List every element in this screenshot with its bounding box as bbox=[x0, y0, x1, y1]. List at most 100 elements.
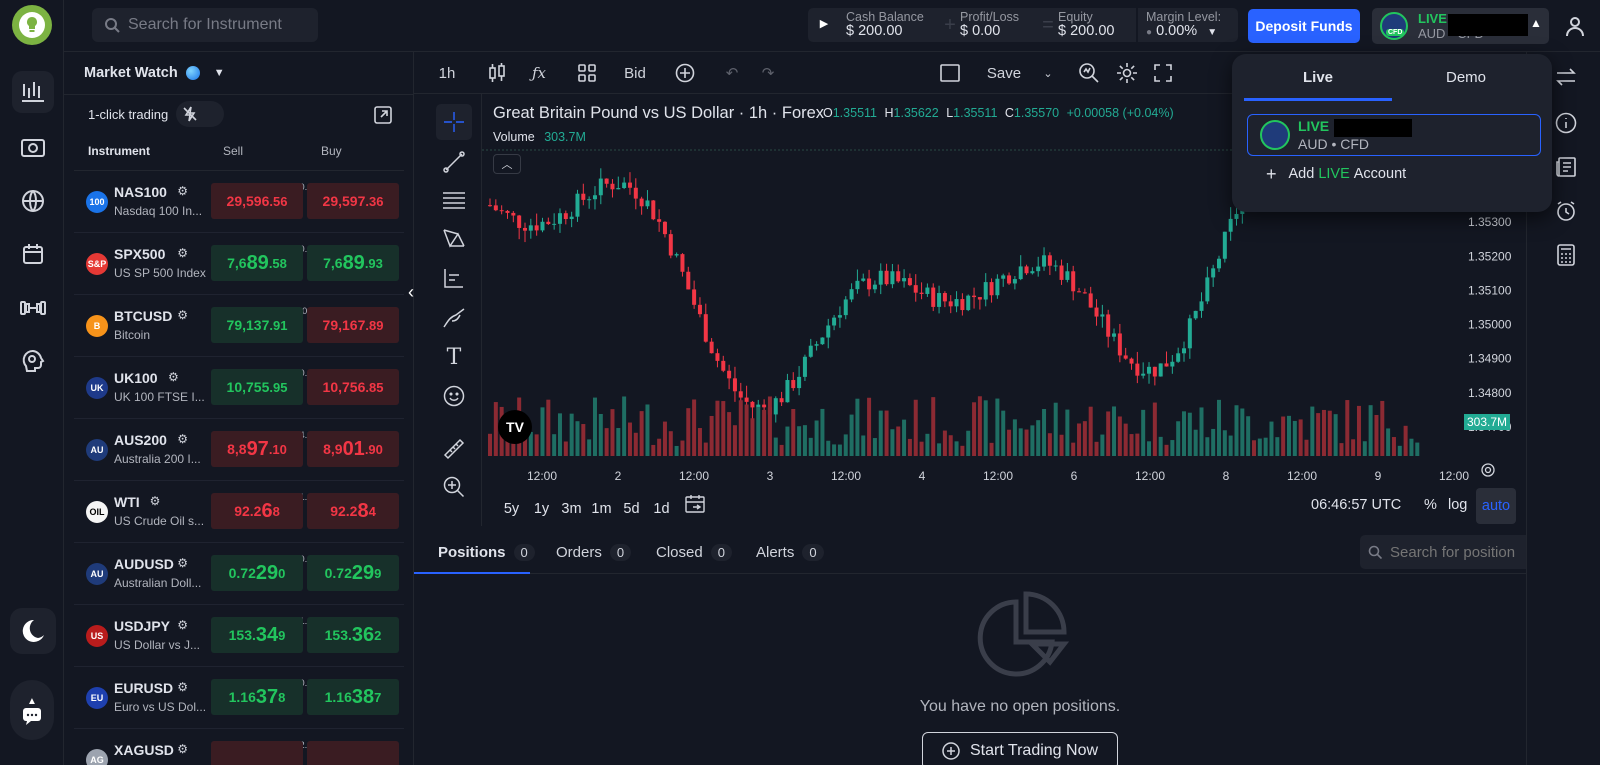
crosshair-icon[interactable] bbox=[436, 104, 472, 140]
sell-price-button[interactable]: 79,137.91 bbox=[211, 307, 303, 343]
instrument-settings-gear-icon[interactable]: ⚙ bbox=[150, 494, 161, 508]
buy-price-button[interactable]: 29,597.36 bbox=[307, 183, 399, 219]
news-icon[interactable] bbox=[1551, 152, 1581, 182]
range-5y[interactable]: 5y bbox=[498, 494, 525, 524]
swap-arrows-icon[interactable] bbox=[1551, 62, 1581, 92]
range-5d[interactable]: 5d bbox=[618, 494, 645, 524]
instrument-settings-gear-icon[interactable]: ⚙ bbox=[177, 742, 188, 756]
percent-scale-toggle[interactable]: % bbox=[1424, 497, 1437, 513]
instrument-row[interactable]: UK UK100 ⚙ UK 100 FTSE I... 0.9 10,755.95 10,7… bbox=[74, 357, 404, 419]
goto-date-calendar-icon[interactable] bbox=[684, 494, 706, 517]
instrument-row[interactable]: 100 NAS100 ⚙ Nasdaq 100 In... 0.8 29,596.56 29… bbox=[74, 171, 404, 233]
market-watch-header[interactable]: Market Watch ▼ bbox=[84, 65, 225, 81]
popout-icon[interactable] bbox=[374, 106, 392, 127]
tab-demo[interactable]: Demo bbox=[1392, 54, 1540, 100]
sell-price-button[interactable]: 29,596.56 bbox=[211, 183, 303, 219]
settings-gear-icon[interactable] bbox=[1112, 52, 1142, 94]
instrument-settings-gear-icon[interactable]: ⚙ bbox=[177, 246, 188, 260]
price-type-selector[interactable]: Bid bbox=[618, 52, 652, 94]
ruler-measure-icon[interactable] bbox=[436, 431, 472, 467]
sell-price-button[interactable]: 8,8 97.10 bbox=[211, 431, 303, 467]
buy-price-button[interactable] bbox=[307, 741, 399, 765]
tab-positions[interactable]: Positions 0 bbox=[438, 530, 535, 574]
buy-price-button[interactable]: 1.16 38 7 bbox=[307, 679, 399, 715]
text-tool-icon[interactable]: T bbox=[436, 339, 472, 375]
zoom-in-icon[interactable] bbox=[436, 469, 472, 505]
tab-live[interactable]: Live bbox=[1244, 54, 1392, 100]
range-1y[interactable]: 1y bbox=[528, 494, 555, 524]
nav-fitness-icon[interactable] bbox=[12, 287, 54, 329]
buy-price-button[interactable]: 79,167.89 bbox=[307, 307, 399, 343]
add-plus-circle-icon[interactable] bbox=[670, 52, 700, 94]
buy-price-button[interactable]: 0.72 29 9 bbox=[307, 555, 399, 591]
dark-mode-moon-icon[interactable] bbox=[10, 608, 56, 654]
quick-search-icon[interactable] bbox=[1074, 52, 1104, 94]
trend-line-icon[interactable] bbox=[436, 144, 472, 180]
instrument-settings-gear-icon[interactable]: ⚙ bbox=[177, 432, 188, 446]
instrument-settings-gear-icon[interactable]: ⚙ bbox=[177, 308, 188, 322]
range-3m[interactable]: 3m bbox=[558, 494, 585, 524]
buy-price-button[interactable]: 153. 36 2 bbox=[307, 617, 399, 653]
account-selector[interactable]: CFD LIVE AUD • CFD ▲ bbox=[1372, 8, 1549, 44]
tradingview-logo-icon[interactable]: TV bbox=[498, 410, 532, 444]
instrument-settings-gear-icon[interactable]: ⚙ bbox=[177, 184, 188, 198]
buy-price-button[interactable]: 92.2 8 4 bbox=[307, 493, 399, 529]
instrument-row[interactable]: AU AUDUSD ⚙ Australian Doll... 0.9 0.72 29 0 0.7… bbox=[74, 543, 404, 605]
utc-clock[interactable]: 06:46:57 UTC bbox=[1311, 497, 1401, 513]
sell-price-button[interactable]: 10,755.95 bbox=[211, 369, 303, 405]
horizontal-lines-icon[interactable] bbox=[436, 182, 472, 218]
axis-settings-gear-icon[interactable] bbox=[1480, 462, 1496, 481]
range-1d[interactable]: 1d bbox=[648, 494, 675, 524]
buy-price-button[interactable]: 10,756.85 bbox=[307, 369, 399, 405]
candles-type-icon[interactable] bbox=[482, 52, 512, 94]
save-button[interactable]: Save bbox=[984, 52, 1024, 94]
nav-wallet-icon[interactable] bbox=[12, 127, 54, 169]
live-account-option[interactable]: LIVE AUD • CFD bbox=[1247, 114, 1541, 156]
app-logo-icon[interactable] bbox=[12, 5, 52, 45]
instrument-settings-gear-icon[interactable]: ⚙ bbox=[168, 370, 179, 384]
start-trading-button[interactable]: Start Trading Now bbox=[922, 732, 1118, 765]
sell-price-button[interactable]: 1.16 37 8 bbox=[211, 679, 303, 715]
instrument-row[interactable]: US USDJPY ⚙ US Dollar vs J... 1.3 153. 34 9 153.… bbox=[74, 605, 404, 667]
account-bar-toggle[interactable]: ▶ bbox=[808, 8, 840, 42]
margin-level[interactable]: Margin Level: ● 0.00% ▼ bbox=[1136, 8, 1238, 42]
interval-selector[interactable]: 1h bbox=[432, 52, 462, 94]
brush-icon[interactable] bbox=[436, 300, 472, 336]
indicators-fx-icon[interactable]: ƒx bbox=[524, 52, 554, 94]
instrument-settings-gear-icon[interactable]: ⚙ bbox=[177, 618, 188, 632]
user-profile-icon[interactable] bbox=[1550, 0, 1600, 52]
instrument-settings-gear-icon[interactable]: ⚙ bbox=[177, 556, 188, 570]
forecast-icon[interactable] bbox=[436, 260, 472, 296]
sell-price-button[interactable]: 7,6 89.58 bbox=[211, 245, 303, 281]
alarm-clock-icon[interactable] bbox=[1551, 196, 1581, 226]
sell-price-button[interactable] bbox=[211, 741, 303, 765]
save-chevron-down-icon[interactable]: ⌄ bbox=[1038, 52, 1058, 94]
sell-price-button[interactable]: 0.72 29 0 bbox=[211, 555, 303, 591]
instrument-row[interactable]: B BTCUSD ⚙ Bitcoin 30.0 79,137.91 79,167.89 bbox=[74, 295, 404, 357]
info-icon[interactable] bbox=[1551, 108, 1581, 138]
layout-grid-icon[interactable] bbox=[572, 52, 602, 94]
one-click-toggle[interactable] bbox=[176, 101, 224, 127]
undo-icon[interactable]: ↶ bbox=[720, 52, 744, 94]
range-1m[interactable]: 1m bbox=[588, 494, 615, 524]
instrument-row[interactable]: OIL WTI ⚙ US Crude Oil s... 1.6 92.2 6 8 92.2 8 4 bbox=[74, 481, 404, 543]
chat-widget-button[interactable]: ▲ bbox=[10, 680, 54, 740]
instrument-row[interactable]: AU AUS200 ⚙ Australia 200 I... 4.8 8,8 97.10 8,… bbox=[74, 419, 404, 481]
nav-calendar-icon[interactable] bbox=[12, 233, 54, 275]
nav-settings-brain-icon[interactable] bbox=[12, 340, 54, 382]
emoji-smile-icon[interactable] bbox=[436, 378, 472, 414]
instrument-row[interactable]: S&P SPX500 ⚙ US SP 500 Index 0.4 7,6 89.58 7,6 8… bbox=[74, 233, 404, 295]
nav-trading-icon[interactable] bbox=[12, 71, 54, 113]
nav-globe-icon[interactable] bbox=[12, 180, 54, 222]
deposit-funds-button[interactable]: Deposit Funds bbox=[1248, 9, 1360, 43]
search-input[interactable] bbox=[128, 16, 308, 34]
tab-closed[interactable]: Closed 0 bbox=[656, 530, 732, 574]
instrument-search[interactable] bbox=[92, 8, 318, 42]
sell-price-button[interactable]: 92.2 6 8 bbox=[211, 493, 303, 529]
redo-icon[interactable]: ↷ bbox=[756, 52, 780, 94]
buy-price-button[interactable]: 8,9 01.90 bbox=[307, 431, 399, 467]
pattern-xabcd-icon[interactable] bbox=[436, 220, 472, 256]
instrument-row[interactable]: EU EURUSD ⚙ Euro vs US Dol... 0.9 1.16 37 8 1.16… bbox=[74, 667, 404, 729]
add-live-account-button[interactable]: + Add LIVE Account bbox=[1266, 164, 1406, 184]
select-rectangle-icon[interactable] bbox=[938, 52, 962, 94]
